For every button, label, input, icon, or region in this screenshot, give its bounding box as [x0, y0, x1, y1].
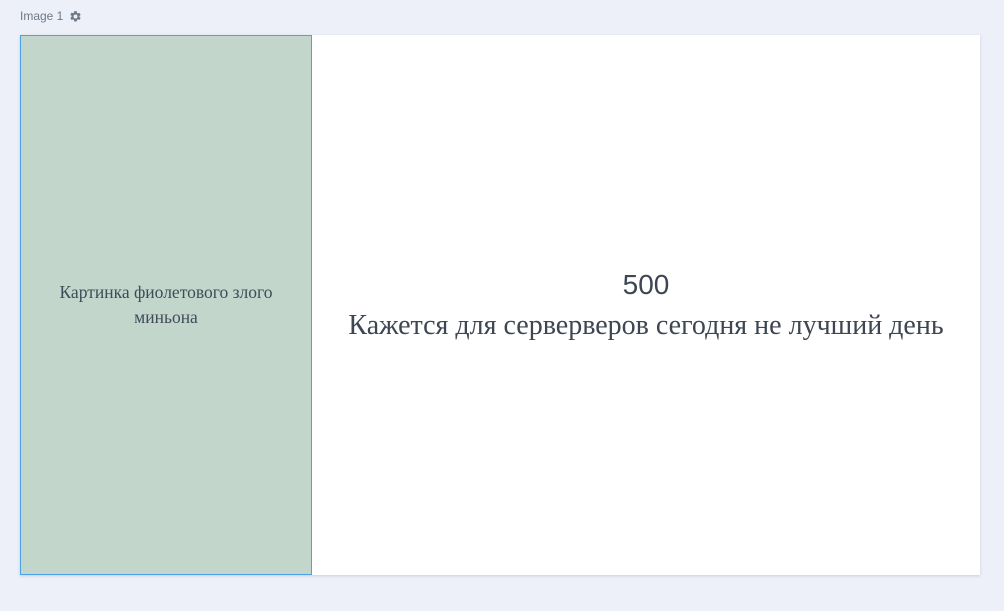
frame-header: Image 1: [20, 8, 82, 24]
frame-title[interactable]: Image 1: [20, 8, 63, 24]
error-code: 500: [622, 269, 670, 300]
error-message: Кажется для серверверов сегодня не лучши…: [348, 310, 944, 341]
page: { "frame": { "title": "Image 1", "settin…: [0, 0, 1004, 611]
slide-canvas[interactable]: Картинка фиолетового злого миньона 500 К…: [20, 35, 980, 575]
gear-icon[interactable]: [68, 9, 82, 23]
error-content: 500 Кажется для серверверов сегодня не л…: [312, 35, 980, 575]
image-placeholder-label: Картинка фиолетового злого миньона: [59, 282, 273, 327]
image-placeholder[interactable]: Картинка фиолетового злого миньона: [20, 35, 312, 575]
